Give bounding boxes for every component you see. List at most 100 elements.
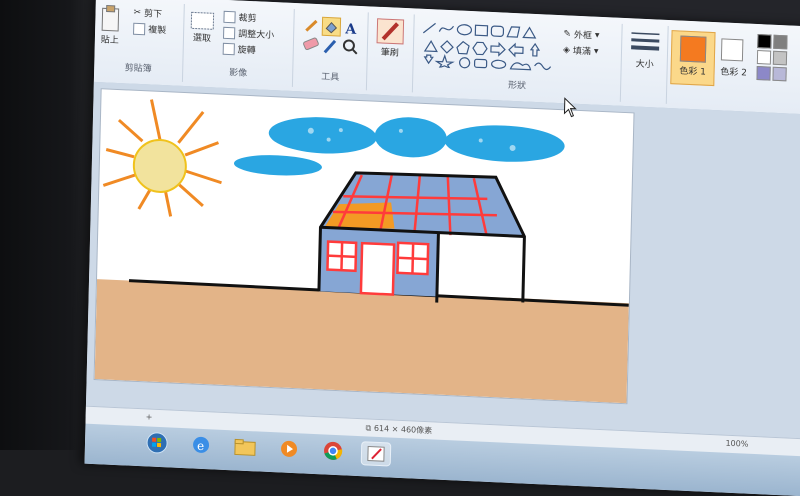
- color2-swatch: [720, 38, 744, 62]
- paste-icon: [101, 4, 120, 32]
- right-arrow-shape-icon: [490, 41, 506, 57]
- color-picker-icon[interactable]: [323, 39, 337, 54]
- select-label: 選取: [192, 33, 212, 45]
- heart-shape-icon: [534, 62, 552, 71]
- rotate-label: 旋轉: [237, 45, 256, 57]
- scissors-icon: ✂: [133, 7, 142, 18]
- text-tool-icon[interactable]: A: [344, 21, 357, 38]
- eraser-icon[interactable]: [303, 37, 319, 51]
- crop-button[interactable]: 裁剪: [223, 10, 257, 24]
- palette-swatch[interactable]: [773, 34, 788, 50]
- taskbar-internet-explorer[interactable]: e: [187, 433, 216, 456]
- image-group-label: 影像: [229, 68, 248, 79]
- magnifier-icon[interactable]: [342, 39, 358, 55]
- chrome-icon: [324, 441, 343, 460]
- fill-bucket-icon[interactable]: [321, 16, 342, 37]
- zoom-level: 100%: [725, 438, 749, 449]
- cloud-shape-icon: [509, 62, 532, 71]
- rounded-rectangle-shape-icon: [490, 25, 505, 37]
- resize-button[interactable]: 調整大小: [223, 26, 274, 41]
- palette-swatch[interactable]: [756, 50, 772, 65]
- start-orb-button[interactable]: [143, 431, 172, 454]
- copy-button[interactable]: 複製: [133, 22, 166, 36]
- rectangle-shape-icon: [474, 24, 489, 37]
- left-arrow-shape-icon: [508, 42, 524, 58]
- chevron-down-icon: ▾: [593, 46, 599, 57]
- add-icon: +: [145, 412, 153, 422]
- image-dimensions: 614 × 460像素: [373, 423, 433, 436]
- line-size-icon: [631, 32, 660, 51]
- right-triangle-shape-icon: [423, 40, 438, 53]
- tools-group: A 工具: [293, 9, 369, 91]
- diamond-shape-icon: [440, 40, 454, 54]
- windows-start-icon: [146, 432, 168, 454]
- colors-group: 色彩 1 色彩 2: [668, 26, 800, 111]
- star-shape-icon: [434, 53, 455, 70]
- outline-dropdown[interactable]: ✎ 外框 ▾: [563, 27, 599, 42]
- tools-group-label: 工具: [321, 72, 340, 84]
- mouse-cursor-icon: [563, 97, 577, 118]
- color2-button[interactable]: 色彩 2: [716, 32, 751, 86]
- star-burst-shape-icon: [459, 57, 471, 69]
- cut-label: 剪下: [143, 9, 163, 21]
- brushes-group: 筆刷: [367, 12, 415, 93]
- image-group: 選取 裁剪 調整大小 旋轉 影像: [183, 4, 295, 87]
- chevron-down-icon: ▾: [594, 30, 600, 41]
- drawing-canvas[interactable]: [94, 89, 634, 404]
- taskbar-paint[interactable]: [360, 441, 392, 467]
- brushes-label: 筆刷: [380, 47, 399, 59]
- palette-swatch[interactable]: [756, 66, 771, 81]
- outline-label: 外框: [573, 30, 593, 42]
- taskbar-media-player[interactable]: [275, 437, 304, 460]
- door: [359, 241, 396, 296]
- shapes-group-label: 形狀: [507, 80, 527, 92]
- size-label: 大小: [635, 59, 654, 71]
- curve-shape-icon: [438, 25, 455, 32]
- copy-icon: [133, 22, 146, 35]
- resize-label: 調整大小: [238, 29, 275, 42]
- crop-icon: [223, 10, 236, 23]
- palette-swatch[interactable]: [757, 34, 772, 49]
- shapes-group: ✎ 外框 ▾ ◈ 填滿 ▾ 形狀: [413, 14, 623, 102]
- pencil-icon[interactable]: [303, 17, 319, 34]
- clipboard-group-label: 剪貼簿: [124, 63, 152, 75]
- house-drawing: [94, 99, 629, 404]
- paint-window: 貼上 ✂ 剪下 複製 剪貼簿 選取 裁剪 調整大小 旋轉 影像 A 工具 筆刷 …: [84, 0, 800, 496]
- callout-oval-shape-icon: [491, 59, 507, 69]
- paste-button[interactable]: 貼上: [99, 4, 122, 46]
- rotate-button[interactable]: 旋轉: [222, 42, 256, 57]
- color2-label: 色彩 2: [720, 67, 748, 79]
- copy-label: 複製: [148, 25, 167, 37]
- media-player-icon: [281, 440, 298, 457]
- svg-text:e: e: [197, 439, 204, 453]
- color1-button[interactable]: 色彩 1: [670, 30, 716, 87]
- shapes-gallery[interactable]: [418, 21, 557, 73]
- taskbar-file-explorer[interactable]: [231, 435, 260, 458]
- fill-dropdown[interactable]: ◈ 填滿 ▾: [563, 43, 599, 58]
- clipboard-group: 貼上 ✂ 剪下 複製 剪貼簿: [93, 0, 185, 82]
- pentagon-shape-icon: [456, 40, 470, 55]
- resize-icon: [223, 26, 236, 39]
- callout-rect-shape-icon: [473, 58, 488, 69]
- color1-swatch: [679, 35, 707, 63]
- polygon-shape-icon: [506, 26, 521, 38]
- palette-swatch[interactable]: [772, 50, 788, 66]
- paste-label: 貼上: [100, 35, 119, 47]
- sun: [132, 138, 187, 193]
- folder-icon: [234, 438, 256, 456]
- select-button[interactable]: 選取: [189, 10, 216, 44]
- internet-explorer-icon: e: [193, 436, 210, 453]
- size-group: 大小: [621, 23, 669, 104]
- taskbar-chrome[interactable]: [319, 439, 348, 462]
- fill-label: 填滿: [572, 46, 592, 58]
- cut-button[interactable]: ✂ 剪下: [133, 6, 162, 20]
- triangle-shape-icon: [522, 26, 537, 39]
- brushes-button[interactable]: 筆刷: [375, 17, 406, 59]
- fill-icon: ◈: [562, 44, 571, 56]
- dimensions-readout: ⧉ 614 × 460像素: [365, 422, 433, 436]
- hexagon-shape-icon: [472, 41, 488, 56]
- outline-icon: ✎: [563, 28, 572, 40]
- palette-swatch[interactable]: [772, 66, 787, 82]
- down-arrow-shape-icon: [423, 54, 434, 65]
- size-button[interactable]: 大小: [629, 28, 662, 70]
